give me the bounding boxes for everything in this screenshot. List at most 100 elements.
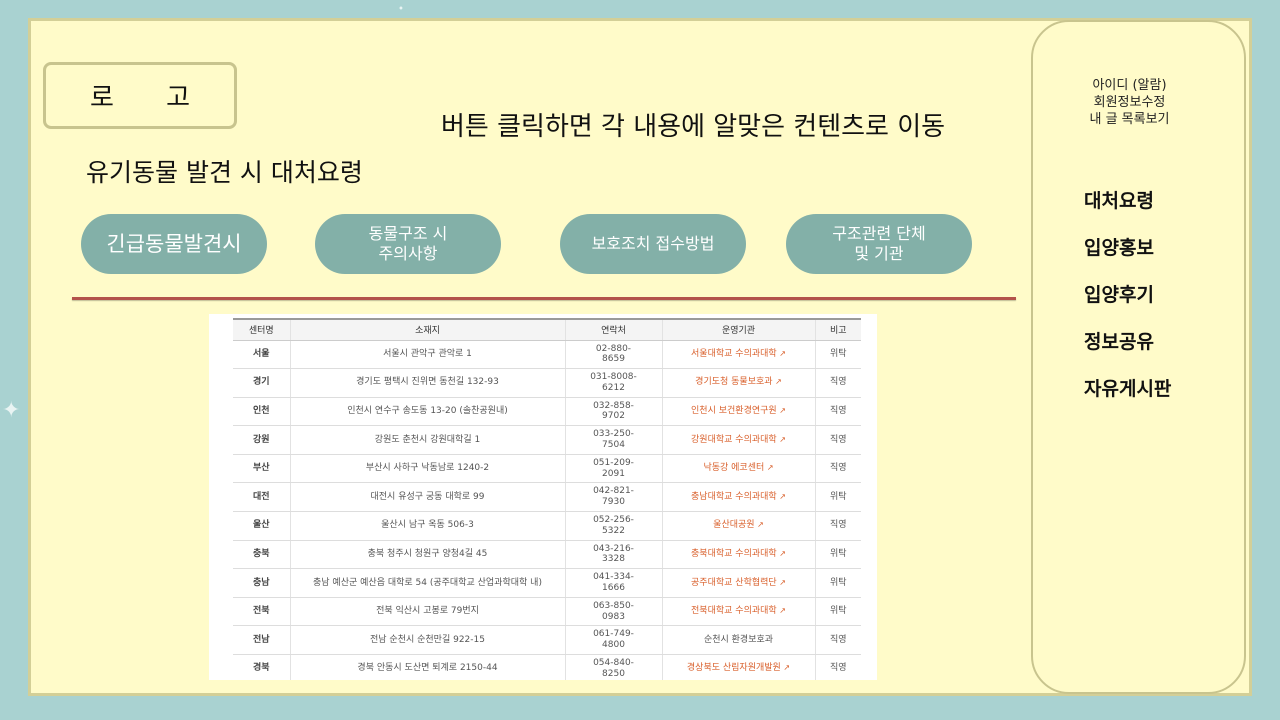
table-row: 서울 서울시 관악구 관악로 1 02-880- 8659 서울대학교 수의과대학 ↗ 위… (233, 340, 861, 370)
cell-region: 인천 (233, 397, 290, 427)
cell-phone: 031-8008- 6212 (564, 368, 662, 398)
cell-agency: 공주대학교 산학협력단 ↗ (661, 568, 815, 598)
cell-agency: 전북대학교 수의과대학 ↗ (661, 597, 815, 627)
agency-link[interactable]: 충북대학교 수의과대학 ↗ (691, 549, 786, 559)
agency-name: 낙동강 에코센터 (703, 463, 765, 474)
header-note: 비고 (814, 318, 861, 341)
cell-phone: 054-840- 8250 (564, 654, 662, 680)
user-id-alarm-link[interactable]: 아이디 (알람) (1031, 78, 1228, 95)
cell-region: 충남 (233, 568, 290, 598)
phone-line2: 6212 (602, 382, 625, 393)
sidebar-item-response-guide[interactable]: 대처요령 (1084, 186, 1154, 213)
phone-line1: 063-850- (593, 600, 634, 611)
agency-name: 전북대학교 수의과대학 (691, 606, 777, 617)
sidebar-item-adoption-review[interactable]: 입양후기 (1084, 280, 1154, 307)
edit-profile-link[interactable]: 회원정보수정 (1031, 95, 1228, 112)
external-link-icon: ↗ (776, 406, 786, 416)
phone-line1: 043-216- (593, 543, 634, 554)
table-row: 울산 울산시 남구 옥동 506-3 052-256- 5322 울산대공원 ↗ 직영 (233, 511, 861, 541)
cell-phone: 041-334- 1666 (564, 568, 662, 598)
cell-address: 경북 안동시 도산면 퇴계로 2150-44 (289, 654, 565, 680)
cell-agency: 강원대학교 수의과대학 ↗ (661, 425, 815, 455)
agency-name: 경상북도 산림자원개발원 (686, 663, 781, 674)
cell-region: 강원 (233, 425, 290, 455)
cell-address: 울산시 남구 옥동 506-3 (289, 511, 565, 541)
rescue-organizations-label-line1: 구조관련 단체 (832, 224, 926, 243)
external-link-icon: ↗ (776, 348, 786, 358)
agency-link[interactable]: 울산대공원 ↗ (713, 520, 764, 530)
cell-note: 위탁 (814, 540, 861, 570)
agency-name: 인천시 보건환경연구원 (691, 406, 777, 417)
cell-region: 충북 (233, 540, 290, 570)
agency-link[interactable]: 인천시 보건환경연구원 ↗ (691, 406, 786, 416)
phone-line2: 5322 (602, 525, 625, 536)
agency-link[interactable]: 충남대학교 수의과대학 ↗ (691, 492, 786, 502)
cell-address: 경기도 평택시 진위면 동천길 132-93 (289, 368, 565, 398)
emergency-found-button[interactable]: 긴급동물발견시 (81, 214, 267, 274)
section-divider (72, 297, 1016, 300)
rescue-caution-button[interactable]: 동물구조 시 주의사항 (315, 214, 501, 274)
rescue-organizations-label-line2: 및 기관 (854, 244, 904, 263)
external-link-icon: ↗ (776, 491, 786, 501)
header-agency: 운영기관 (661, 318, 815, 341)
table-row: 대전 대전시 유성구 궁동 대학로 99 042-821- 7930 충남대학교 수의과… (233, 482, 861, 513)
sparkle-icon: ✦ (2, 398, 21, 423)
cell-note: 위탁 (814, 597, 861, 627)
cell-agency: 충북대학교 수의과대학 ↗ (661, 540, 815, 570)
my-posts-link[interactable]: 내 글 목록보기 (1031, 112, 1228, 129)
cell-address: 강원도 춘천시 강원대학길 1 (289, 425, 565, 455)
agency-link[interactable]: 서울대학교 수의과대학 ↗ (691, 349, 786, 359)
sidebar-item-free-board[interactable]: 자유게시판 (1084, 374, 1171, 401)
agency-link[interactable]: 경기도청 동물보호과 ↗ (695, 377, 782, 387)
table-row: 경북 경북 안동시 도산면 퇴계로 2150-44 054-840- 8250 경상북도… (233, 654, 861, 680)
phone-line1: 042-821- (593, 486, 634, 497)
phone-line2: 8659 (602, 354, 625, 365)
user-menu: 아이디 (알람) 회원정보수정 내 글 목록보기 (1031, 78, 1228, 129)
cell-address: 부산시 사하구 낙동남로 1240-2 (289, 454, 565, 484)
cell-address: 전북 익산시 고봉로 79번지 (289, 597, 565, 627)
cell-agency: 서울대학교 수의과대학 ↗ (661, 340, 815, 370)
table-header-row: 센터명 소재지 연락처 운영기관 비고 (233, 318, 861, 341)
cell-region: 부산 (233, 454, 290, 484)
sidebar-item-info-share[interactable]: 정보공유 (1084, 327, 1154, 354)
agency-link[interactable]: 경상북도 산림자원개발원 ↗ (687, 663, 790, 673)
phone-line1: 061-749- (593, 629, 634, 640)
cell-agency: 순천시 환경보호과 (661, 625, 815, 656)
agency-name: 강원대학교 수의과대학 (691, 434, 777, 445)
logo-label: 로 고 (89, 83, 213, 113)
agency-name: 경기도청 동물보호과 (695, 377, 773, 388)
external-link-icon: ↗ (764, 463, 774, 473)
cell-region: 경북 (233, 654, 290, 680)
rescue-organizations-button[interactable]: 구조관련 단체 및 기관 (786, 214, 972, 274)
external-link-icon: ↗ (776, 434, 786, 444)
external-link-icon: ↗ (776, 577, 786, 587)
phone-line1: 054-840- (593, 658, 634, 669)
header-address: 소재지 (289, 318, 565, 341)
cell-region: 서울 (233, 340, 290, 370)
agency-link[interactable]: 전북대학교 수의과대학 ↗ (691, 606, 786, 616)
phone-line1: 033-250- (593, 429, 634, 440)
phone-line1: 051-209- (593, 457, 634, 468)
sidebar-item-adoption-promo[interactable]: 입양홍보 (1084, 233, 1154, 260)
agency-link[interactable]: 강원대학교 수의과대학 ↗ (691, 435, 786, 445)
cell-agency: 울산대공원 ↗ (661, 511, 815, 541)
protection-report-button[interactable]: 보호조치 접수방법 (560, 214, 746, 274)
external-link-icon: ↗ (776, 549, 786, 559)
agency-link[interactable]: 낙동강 에코센터 ↗ (703, 463, 773, 473)
phone-line1: 052-256- (593, 515, 634, 526)
table-row: 부산 부산시 사하구 낙동남로 1240-2 051-209- 2091 낙동강 에코센… (233, 454, 861, 484)
cell-region: 대전 (233, 482, 290, 513)
cell-agency: 경기도청 동물보호과 ↗ (661, 368, 815, 398)
cell-note: 위탁 (814, 568, 861, 598)
phone-line2: 0983 (602, 611, 625, 622)
cell-note: 직영 (814, 625, 861, 656)
logo[interactable]: 로 고 (43, 62, 237, 129)
agency-link[interactable]: 공주대학교 산학협력단 ↗ (691, 578, 786, 588)
cell-note: 직영 (814, 454, 861, 484)
emergency-found-label: 긴급동물발견시 (106, 231, 242, 256)
phone-line2: 7930 (602, 497, 625, 508)
table-row: 충남 충남 예산군 예산읍 대학로 54 (공주대학교 산업과학대학 내) 041-… (233, 568, 861, 598)
cell-phone: 043-216- 3328 (564, 540, 662, 570)
table-row: 전북 전북 익산시 고봉로 79번지 063-850- 0983 전북대학교 수의과대학… (233, 597, 861, 627)
dot-icon: • (398, 4, 404, 15)
